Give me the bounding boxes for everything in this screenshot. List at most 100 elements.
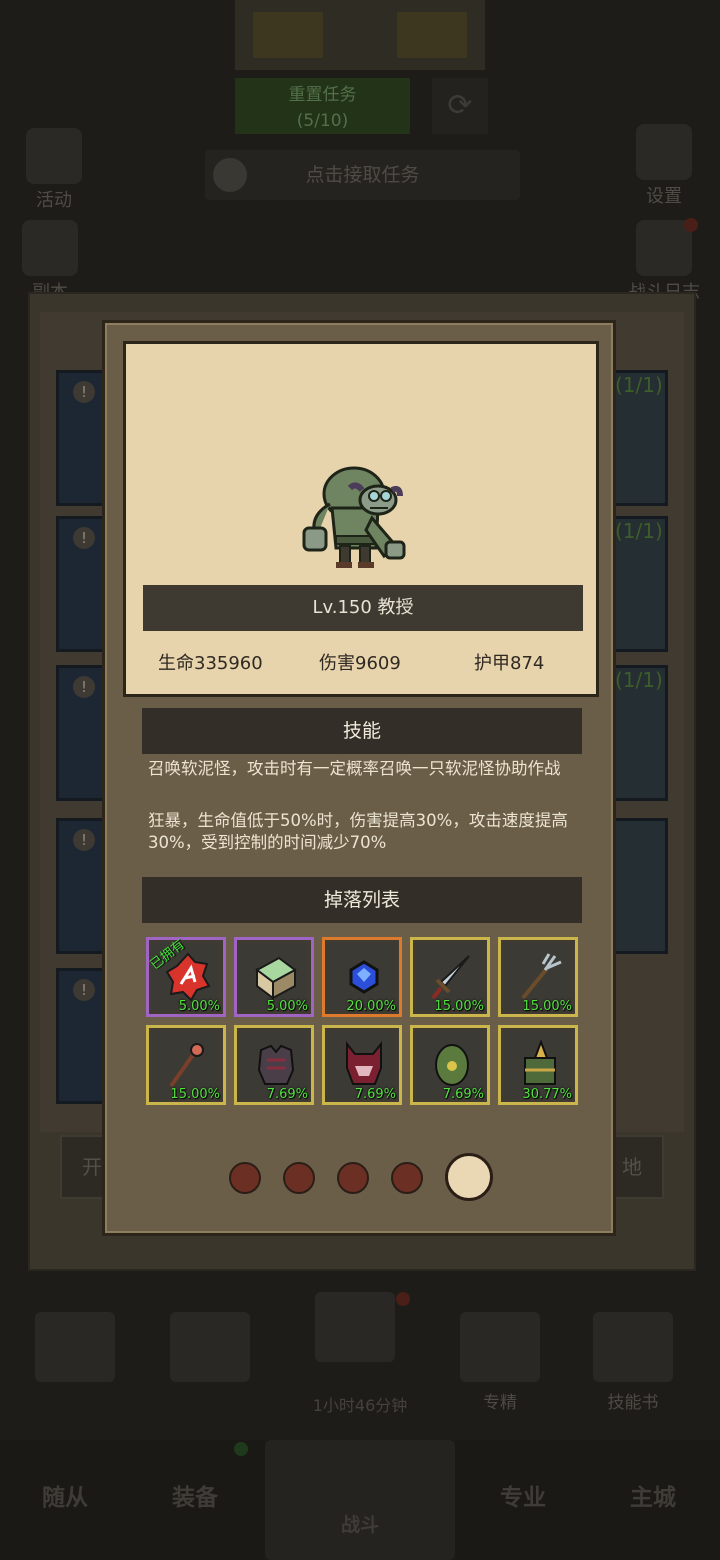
nav-equipment: 装备 [172,1485,218,1511]
bottom-nav: 随从 装备 战斗 专业 主城 [0,1440,720,1560]
page-indicator [229,1153,499,1203]
gear-icon [636,124,692,180]
feature-icon [170,1312,250,1382]
events-icon [26,128,82,184]
card-count: (1/1) [615,519,663,543]
drop-slot[interactable]: 15.00% [410,937,490,1017]
feature-slot [20,1312,130,1388]
drop-rate: 7.69% [354,1087,396,1102]
drop-slot[interactable]: 30.77% [498,1025,578,1105]
events-label: 活动 [36,190,72,211]
feature-slot [300,1292,410,1368]
boss-name-bar: Lv.150 教授 [143,585,583,631]
drop-slot[interactable]: 5.00% [234,937,314,1017]
battle-log-icon [636,220,692,276]
skill-1-description: 召唤软泥怪，攻击时有一定概率召唤一只软泥怪协助作战 [148,759,561,778]
drop-rate: 5.00% [266,999,308,1014]
drop-rate: 7.69% [442,1087,484,1102]
page-dot[interactable] [337,1162,369,1194]
drop-rate: 15.00% [170,1087,220,1102]
page-dot[interactable] [391,1162,423,1194]
boss-stats: 生命335960 伤害9609 护甲874 [126,649,596,679]
reset-task-label: 重置任务 [288,85,357,105]
skills-header-label: 技能 [342,720,381,742]
skill-book-icon [593,1312,673,1382]
drop-rate: 20.00% [346,999,396,1014]
professor-monster-sprite [302,466,406,568]
drop-rate: 5.00% [178,999,220,1014]
reset-task-count: (5/10) [296,111,349,131]
sword-icon [431,955,470,1000]
progress-segment [253,12,323,58]
dungeon-card-right [612,818,668,954]
refresh-icon: ⟳ [432,78,488,134]
staff-icon [169,1043,204,1088]
damage-stat: 伤害9609 [319,653,401,674]
dungeon-icon [22,220,78,276]
notification-badge [234,1442,248,1456]
drop-rate: 15.00% [434,999,484,1014]
progress-segment [397,12,467,58]
drops-header: 掉落列表 [142,877,582,923]
feature-icon [315,1292,395,1362]
task-avatar-icon [213,158,247,192]
drop-slot[interactable]: 15.00% [146,1025,226,1105]
alert-icon: ! [73,381,95,403]
accept-task-bar: 点击接取任务 [205,150,520,200]
drops-header-label: 掉落列表 [323,889,400,911]
dungeon-card-right: (1/1) [612,665,668,801]
page-dot[interactable] [283,1162,315,1194]
skill-2-description: 狂暴，生命值低于50%时，伤害提高30%，攻击速度提高30%，受到控制的时间减少… [148,811,568,852]
drop-slot[interactable]: 7.69% [322,1025,402,1105]
drop-slot[interactable]: 已拥有 5.00% [146,937,226,1017]
boss-portrait-card: Lv.150 教授 生命335960 伤害9609 护甲874 [123,341,599,697]
nav-followers: 随从 [42,1485,88,1511]
mastery-icon [460,1312,540,1382]
nav-main-city: 主城 [630,1485,676,1511]
alert-icon: ! [73,979,95,1001]
hp-stat: 生命335960 [158,653,263,674]
blue-gem-icon [349,960,379,994]
green-skill-book-icon [255,956,297,1000]
drop-rate: 15.00% [522,999,572,1014]
skill-book-button: 技能书 [578,1312,688,1413]
drop-rate: 30.77% [522,1087,572,1102]
alert-icon: ! [73,829,95,851]
page-dot-active[interactable] [445,1153,493,1201]
green-shield-icon [435,1044,469,1086]
armor-stat: 护甲874 [474,653,545,674]
alert-icon: ! [73,527,95,549]
accept-task-label: 点击接取任务 [305,164,420,186]
feature-icon [35,1312,115,1382]
skills-header: 技能 [142,708,582,754]
settings-label: 设置 [646,186,682,207]
boss-info-modal[interactable]: Lv.150 教授 生命335960 伤害9609 护甲874 技能 召唤软泥怪… [102,320,616,1236]
chest-armor-icon [257,1044,295,1085]
mastery-button: 专精 [445,1312,555,1413]
notification-badge [684,218,698,232]
left-side-label: 开 [82,1155,102,1179]
events-button: 活动 [14,128,94,212]
trident-icon [521,953,562,1000]
mastery-label: 专精 [483,1393,517,1413]
card-count: (1/1) [615,373,663,397]
nav-battle: 战斗 [340,1514,379,1536]
horned-helmet-icon [524,1040,556,1085]
nav-battle-tab-bg [265,1440,455,1560]
idle-timer: 1小时46分钟 [312,1396,408,1415]
feature-slot [155,1312,265,1388]
drop-slot[interactable]: 20.00% [322,937,402,1017]
demon-helmet-icon [346,1041,382,1085]
settings-button: 设置 [624,124,704,208]
right-side-label: 地 [622,1155,642,1179]
reset-task-button: 重置任务 (5/10) [235,78,410,134]
page-dot[interactable] [229,1162,261,1194]
dungeon-card-right: (1/1) [612,370,668,506]
drop-slot[interactable]: 15.00% [498,937,578,1017]
drop-rate: 7.69% [266,1087,308,1102]
drop-slot[interactable]: 7.69% [410,1025,490,1105]
alert-icon: ! [73,676,95,698]
drop-slot[interactable]: 7.69% [234,1025,314,1105]
dungeon-card-right: (1/1) [612,516,668,652]
card-count: (1/1) [615,668,663,692]
